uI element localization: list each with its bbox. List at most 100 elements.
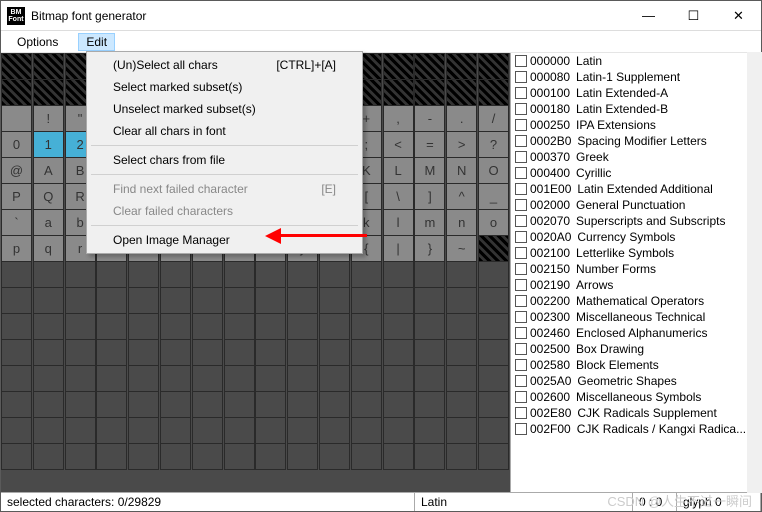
- glyph-cell[interactable]: [351, 261, 382, 288]
- block-checkbox[interactable]: [515, 391, 527, 403]
- block-checkbox[interactable]: [515, 375, 527, 387]
- unicode-block-row[interactable]: 000400Cyrillic: [511, 165, 761, 181]
- glyph-cell[interactable]: [414, 417, 445, 444]
- glyph-cell[interactable]: O: [478, 157, 509, 184]
- glyph-cell[interactable]: ~: [446, 235, 477, 262]
- glyph-cell[interactable]: [383, 53, 414, 80]
- unicode-block-row[interactable]: 0025A0Geometric Shapes: [511, 373, 761, 389]
- glyph-cell[interactable]: [478, 339, 509, 366]
- glyph-cell[interactable]: [160, 365, 191, 392]
- block-checkbox[interactable]: [515, 119, 527, 131]
- glyph-cell[interactable]: [33, 391, 64, 418]
- glyph-cell[interactable]: [478, 235, 509, 262]
- glyph-cell[interactable]: [446, 443, 477, 470]
- unicode-block-row[interactable]: 002F00CJK Radicals / Kangxi Radica...: [511, 421, 761, 437]
- glyph-cell[interactable]: [446, 261, 477, 288]
- block-checkbox[interactable]: [515, 423, 527, 435]
- glyph-cell[interactable]: [160, 313, 191, 340]
- glyph-cell[interactable]: [319, 313, 350, 340]
- glyph-cell[interactable]: [224, 365, 255, 392]
- glyph-cell[interactable]: [446, 365, 477, 392]
- glyph-cell[interactable]: [65, 365, 96, 392]
- glyph-cell[interactable]: [160, 287, 191, 314]
- glyph-cell[interactable]: [319, 417, 350, 444]
- unicode-block-row[interactable]: 002500Box Drawing: [511, 341, 761, 357]
- glyph-cell[interactable]: `: [1, 209, 32, 236]
- close-button[interactable]: ✕: [716, 1, 761, 30]
- glyph-cell[interactable]: [192, 443, 223, 470]
- menu-clear-failed[interactable]: Clear failed characters: [89, 200, 360, 222]
- block-checkbox[interactable]: [515, 359, 527, 371]
- glyph-cell[interactable]: [478, 313, 509, 340]
- glyph-cell[interactable]: [128, 339, 159, 366]
- glyph-cell[interactable]: [96, 417, 127, 444]
- maximize-button[interactable]: ☐: [671, 1, 716, 30]
- unicode-block-row[interactable]: 002100Letterlike Symbols: [511, 245, 761, 261]
- menu-select-from-file[interactable]: Select chars from file: [89, 149, 360, 171]
- glyph-cell[interactable]: A: [33, 157, 64, 184]
- glyph-cell[interactable]: [1, 391, 32, 418]
- glyph-cell[interactable]: [96, 365, 127, 392]
- glyph-cell[interactable]: [414, 79, 445, 106]
- block-checkbox[interactable]: [515, 135, 527, 147]
- glyph-cell[interactable]: [224, 287, 255, 314]
- glyph-cell[interactable]: [224, 339, 255, 366]
- menu-find-failed[interactable]: Find next failed character[E]: [89, 178, 360, 200]
- glyph-cell[interactable]: [383, 417, 414, 444]
- glyph-cell[interactable]: [192, 287, 223, 314]
- glyph-cell[interactable]: _: [478, 183, 509, 210]
- menu-open-image-manager[interactable]: Open Image Manager: [89, 229, 360, 251]
- unicode-block-row[interactable]: 002300Miscellaneous Technical: [511, 309, 761, 325]
- glyph-cell[interactable]: [383, 313, 414, 340]
- glyph-cell[interactable]: m: [414, 209, 445, 236]
- glyph-cell[interactable]: [478, 53, 509, 80]
- glyph-cell[interactable]: [1, 365, 32, 392]
- glyph-cell[interactable]: [478, 391, 509, 418]
- glyph-cell[interactable]: [33, 53, 64, 80]
- glyph-cell[interactable]: [287, 443, 318, 470]
- glyph-cell[interactable]: [224, 391, 255, 418]
- unicode-block-row[interactable]: 002000General Punctuation: [511, 197, 761, 213]
- glyph-cell[interactable]: q: [33, 235, 64, 262]
- glyph-cell[interactable]: [224, 443, 255, 470]
- glyph-cell[interactable]: [128, 261, 159, 288]
- menu-unselect-marked[interactable]: Unselect marked subset(s): [89, 98, 360, 120]
- glyph-cell[interactable]: [160, 261, 191, 288]
- unicode-block-row[interactable]: 002200Mathematical Operators: [511, 293, 761, 309]
- glyph-cell[interactable]: [224, 261, 255, 288]
- glyph-cell[interactable]: [351, 443, 382, 470]
- glyph-cell[interactable]: [192, 417, 223, 444]
- glyph-cell[interactable]: [128, 365, 159, 392]
- glyph-cell[interactable]: [446, 391, 477, 418]
- glyph-cell[interactable]: [255, 313, 286, 340]
- glyph-cell[interactable]: [478, 287, 509, 314]
- glyph-cell[interactable]: =: [414, 131, 445, 158]
- menu-options[interactable]: Options: [9, 33, 66, 51]
- glyph-cell[interactable]: [478, 261, 509, 288]
- block-checkbox[interactable]: [515, 279, 527, 291]
- glyph-cell[interactable]: [287, 339, 318, 366]
- glyph-cell[interactable]: [287, 365, 318, 392]
- glyph-cell[interactable]: [160, 391, 191, 418]
- glyph-cell[interactable]: [1, 53, 32, 80]
- glyph-cell[interactable]: [446, 287, 477, 314]
- glyph-cell[interactable]: L: [383, 157, 414, 184]
- block-checkbox[interactable]: [515, 199, 527, 211]
- glyph-cell[interactable]: [1, 105, 32, 132]
- glyph-cell[interactable]: [96, 261, 127, 288]
- glyph-cell[interactable]: [383, 365, 414, 392]
- minimize-button[interactable]: —: [626, 1, 671, 30]
- glyph-cell[interactable]: /: [478, 105, 509, 132]
- menu-clear-all[interactable]: Clear all chars in font: [89, 120, 360, 142]
- unicode-block-row[interactable]: 000180Latin Extended-B: [511, 101, 761, 117]
- glyph-cell[interactable]: [446, 53, 477, 80]
- glyph-cell[interactable]: [383, 261, 414, 288]
- glyph-cell[interactable]: [414, 313, 445, 340]
- glyph-cell[interactable]: \: [383, 183, 414, 210]
- glyph-cell[interactable]: [478, 443, 509, 470]
- glyph-cell[interactable]: [1, 443, 32, 470]
- glyph-cell[interactable]: 0: [1, 131, 32, 158]
- glyph-cell[interactable]: |: [383, 235, 414, 262]
- glyph-cell[interactable]: [96, 443, 127, 470]
- glyph-cell[interactable]: [478, 365, 509, 392]
